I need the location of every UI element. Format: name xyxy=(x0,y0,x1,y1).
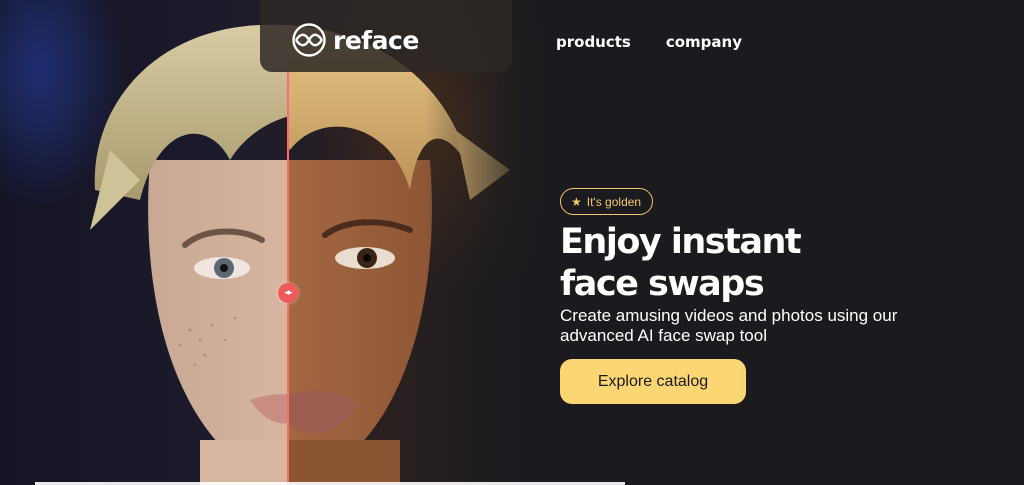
drag-arrows-icon[interactable]: ◂▸ xyxy=(278,283,298,303)
star-icon: ★ xyxy=(571,194,582,209)
hero-subtitle: Create amusing videos and photos using o… xyxy=(560,306,898,345)
main-nav: products company xyxy=(556,33,742,51)
golden-badge: ★ It's golden xyxy=(560,188,654,215)
compare-divider-line[interactable] xyxy=(287,72,289,485)
page: ◂▸ reface products company ★ It's golden… xyxy=(0,0,1024,485)
logo-link[interactable]: reface xyxy=(291,22,419,58)
page-title: Enjoy instant face swaps xyxy=(560,221,980,305)
badge-label: It's golden xyxy=(586,194,642,209)
nav-company[interactable]: company xyxy=(666,33,742,51)
explore-catalog-button[interactable]: Explore catalog xyxy=(560,359,746,404)
image-fade xyxy=(425,0,545,485)
logo-text: reface xyxy=(333,25,419,55)
nav-products[interactable]: products xyxy=(556,33,631,51)
reface-logo-icon xyxy=(292,23,326,57)
headline-line-1: Enjoy instant xyxy=(560,222,802,262)
face-swap-comparison-image: ◂▸ xyxy=(0,0,545,485)
headline-line-2: face swaps xyxy=(560,264,765,304)
